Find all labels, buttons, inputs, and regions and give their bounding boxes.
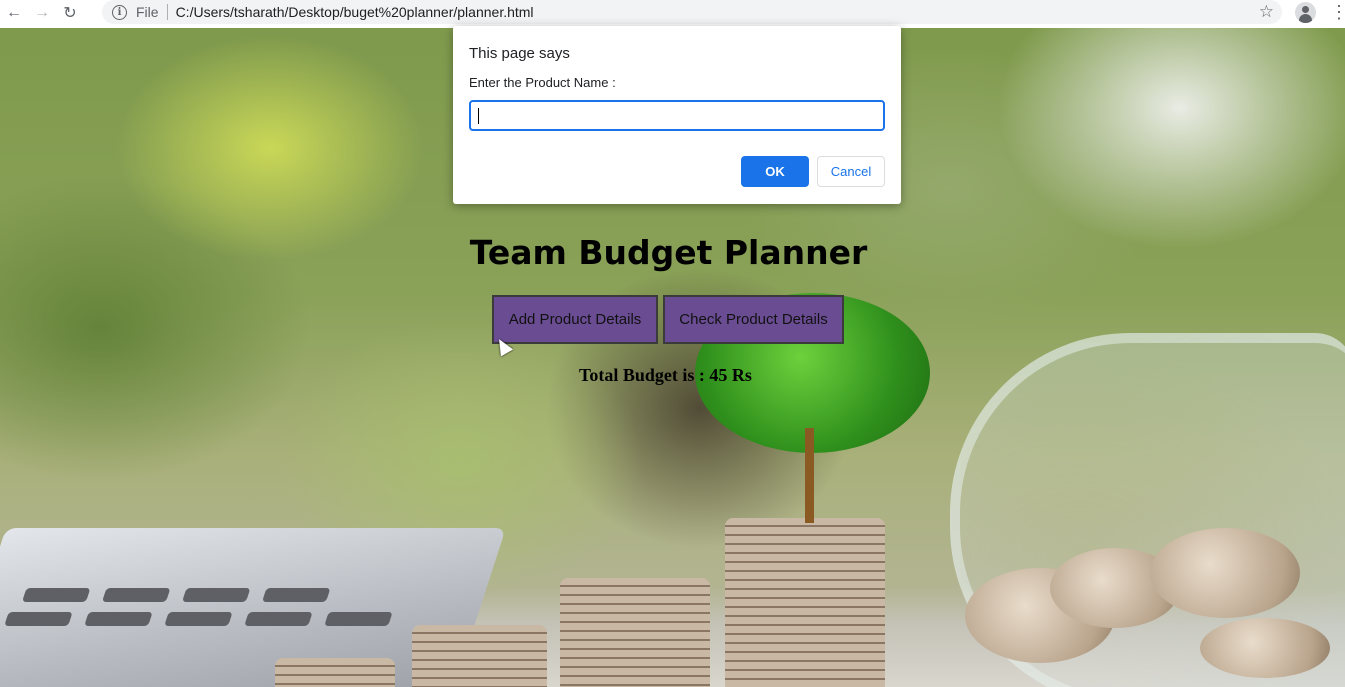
check-product-button[interactable]: Check Product Details [663,295,844,344]
kebab-menu-icon[interactable]: ⋮ [1330,2,1345,22]
text-caret [478,108,479,124]
total-budget-text: Total Budget is : 45 Rs [579,365,752,385]
ok-button[interactable]: OK [741,156,809,187]
coin-stack [560,578,710,687]
coin [1200,618,1330,678]
back-button[interactable]: ← [0,0,28,25]
scheme-label: File [136,4,159,20]
add-product-button[interactable]: Add Product Details [492,295,658,344]
dialog-message: Enter the Product Name : [469,75,616,90]
arrow-left-icon: ← [6,3,22,21]
reload-icon: ↻ [63,4,77,22]
star-icon[interactable]: ☆ [1259,2,1274,22]
coin-stack [412,625,547,687]
cancel-button[interactable]: Cancel [817,156,885,187]
page-title: Team Budget Planner [469,233,868,272]
tree-trunk [805,428,814,523]
coin [1150,528,1300,618]
product-name-input[interactable] [469,100,885,131]
url-text[interactable]: C:/Users/tsharath/Desktop/buget%20planne… [176,4,534,20]
dialog-title: This page says [469,45,570,62]
divider [166,4,168,20]
arrow-right-icon: → [34,3,50,21]
coin-stack [725,518,885,687]
coin-stack [275,658,395,687]
action-buttons: Add Product Details Check Product Detail… [492,295,844,344]
address-bar[interactable]: i File C:/Users/tsharath/Desktop/buget%2… [102,0,1282,24]
info-icon[interactable]: i [112,4,127,20]
reload-button[interactable]: ↻ [56,0,84,25]
avatar-icon[interactable] [1295,2,1316,23]
prompt-dialog: This page says Enter the Product Name : … [453,26,901,204]
forward-button[interactable]: → [28,0,56,25]
browser-toolbar: ← → ↻ i File C:/Users/tsharath/Desktop/b… [0,0,1345,25]
